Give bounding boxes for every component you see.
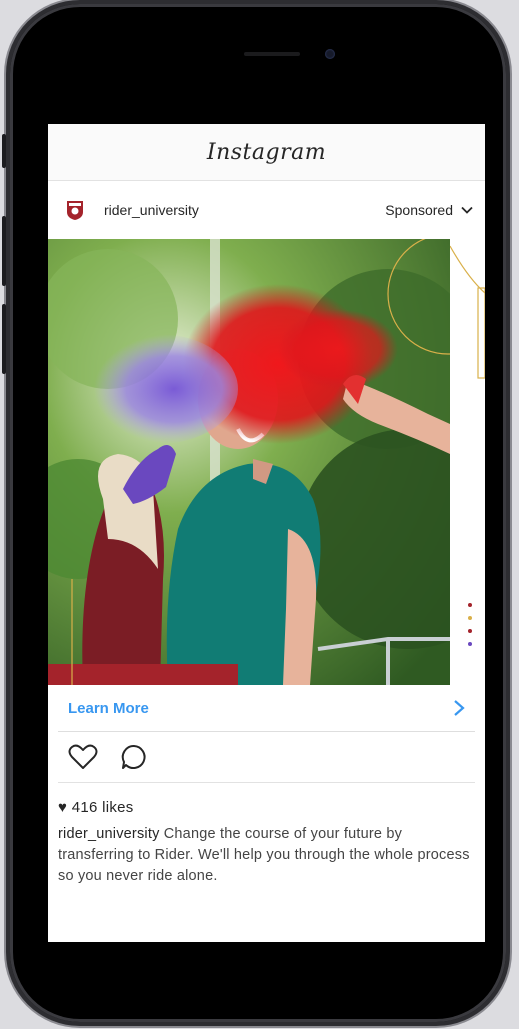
post-header: rider_university Sponsored xyxy=(48,181,485,239)
post-actions xyxy=(58,732,475,783)
post-image[interactable] xyxy=(48,239,450,685)
chevron-right-icon[interactable] xyxy=(453,699,465,717)
comment-icon[interactable] xyxy=(120,743,148,771)
learn-more-link[interactable]: Learn More xyxy=(68,700,453,717)
sponsored-label: Sponsored xyxy=(385,202,453,218)
likes-text: 416 likes xyxy=(71,799,134,816)
chevron-down-icon[interactable] xyxy=(461,204,473,216)
carousel-next-preview xyxy=(449,238,485,684)
likes-count[interactable]: ♥ 416 likes xyxy=(48,783,485,816)
username-link[interactable]: rider_university xyxy=(104,202,385,218)
app-header: Instagram xyxy=(48,124,485,181)
bottom-bezel xyxy=(48,942,485,982)
caption-username[interactable]: rider_university xyxy=(58,826,160,842)
speaker xyxy=(244,52,300,56)
post-photo-illustration xyxy=(48,239,450,685)
heart-icon[interactable] xyxy=(68,743,98,771)
front-camera xyxy=(325,49,335,59)
avatar[interactable] xyxy=(64,199,86,221)
instagram-logo: Instagram xyxy=(206,139,327,165)
carousel-preview-graphic xyxy=(449,238,485,646)
notch xyxy=(155,38,400,82)
heart-small-icon: ♥ xyxy=(58,799,72,816)
instagram-screen: Instagram rider_university Sponsored Lea… xyxy=(48,124,485,942)
volume-down-button xyxy=(2,304,6,374)
volume-up-button xyxy=(2,216,6,286)
post-caption: rider_university Change the course of yo… xyxy=(48,816,485,887)
mute-switch xyxy=(2,134,6,168)
learn-more-bar[interactable]: Learn More xyxy=(58,685,475,732)
